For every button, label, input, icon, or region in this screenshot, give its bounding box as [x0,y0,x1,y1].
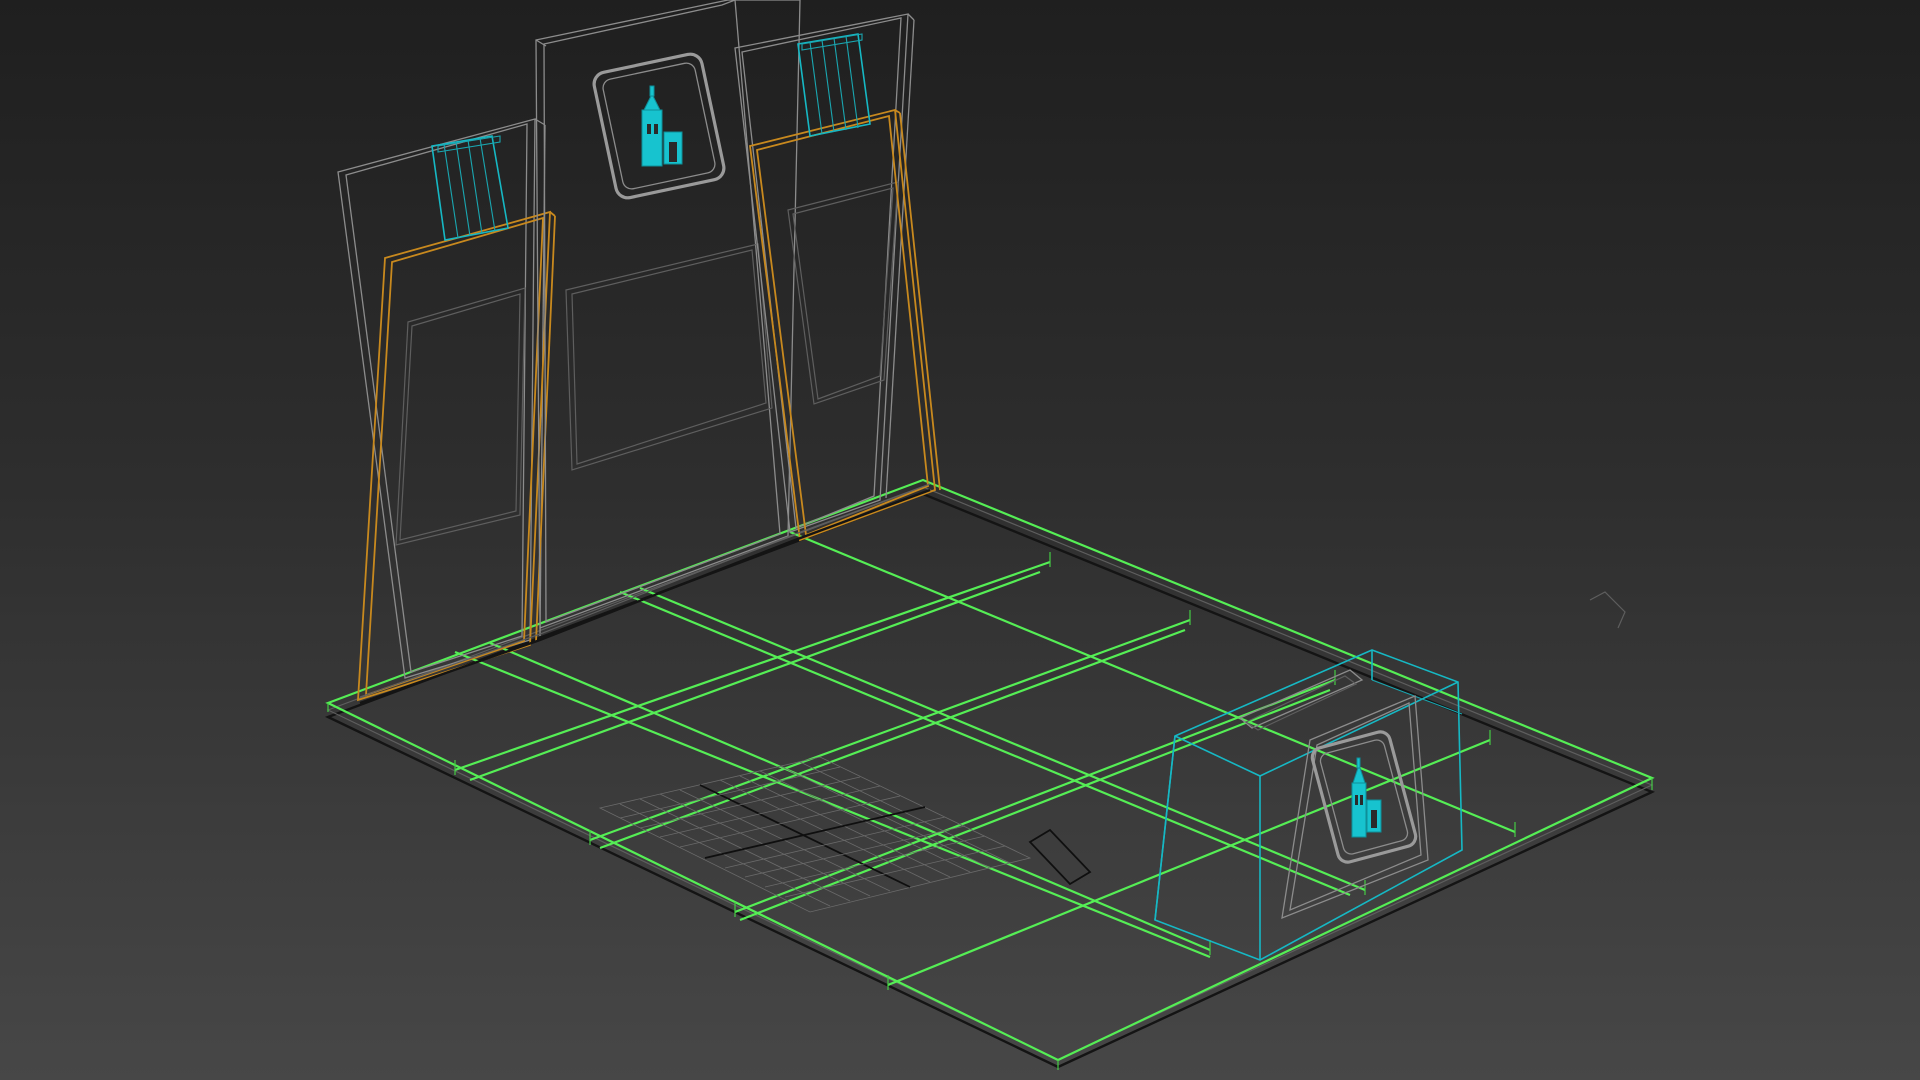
back-wall-right-frame[interactable] [749,108,941,542]
distant-object [1589,591,1626,629]
logo-sign-center[interactable] [592,52,726,200]
spotlight-right[interactable] [797,33,871,137]
scene-wireframe[interactable] [0,0,1920,1080]
reception-counter[interactable] [1154,649,1463,961]
spotlight-left[interactable] [431,135,509,241]
back-wall-left-panel[interactable] [337,118,546,679]
3d-viewport[interactable] [0,0,1920,1080]
floor-tile-grid [598,756,1032,913]
building-logo-icon [641,85,683,167]
back-wall-center-panel[interactable] [535,0,801,629]
back-wall-right-panel[interactable] [734,13,915,533]
